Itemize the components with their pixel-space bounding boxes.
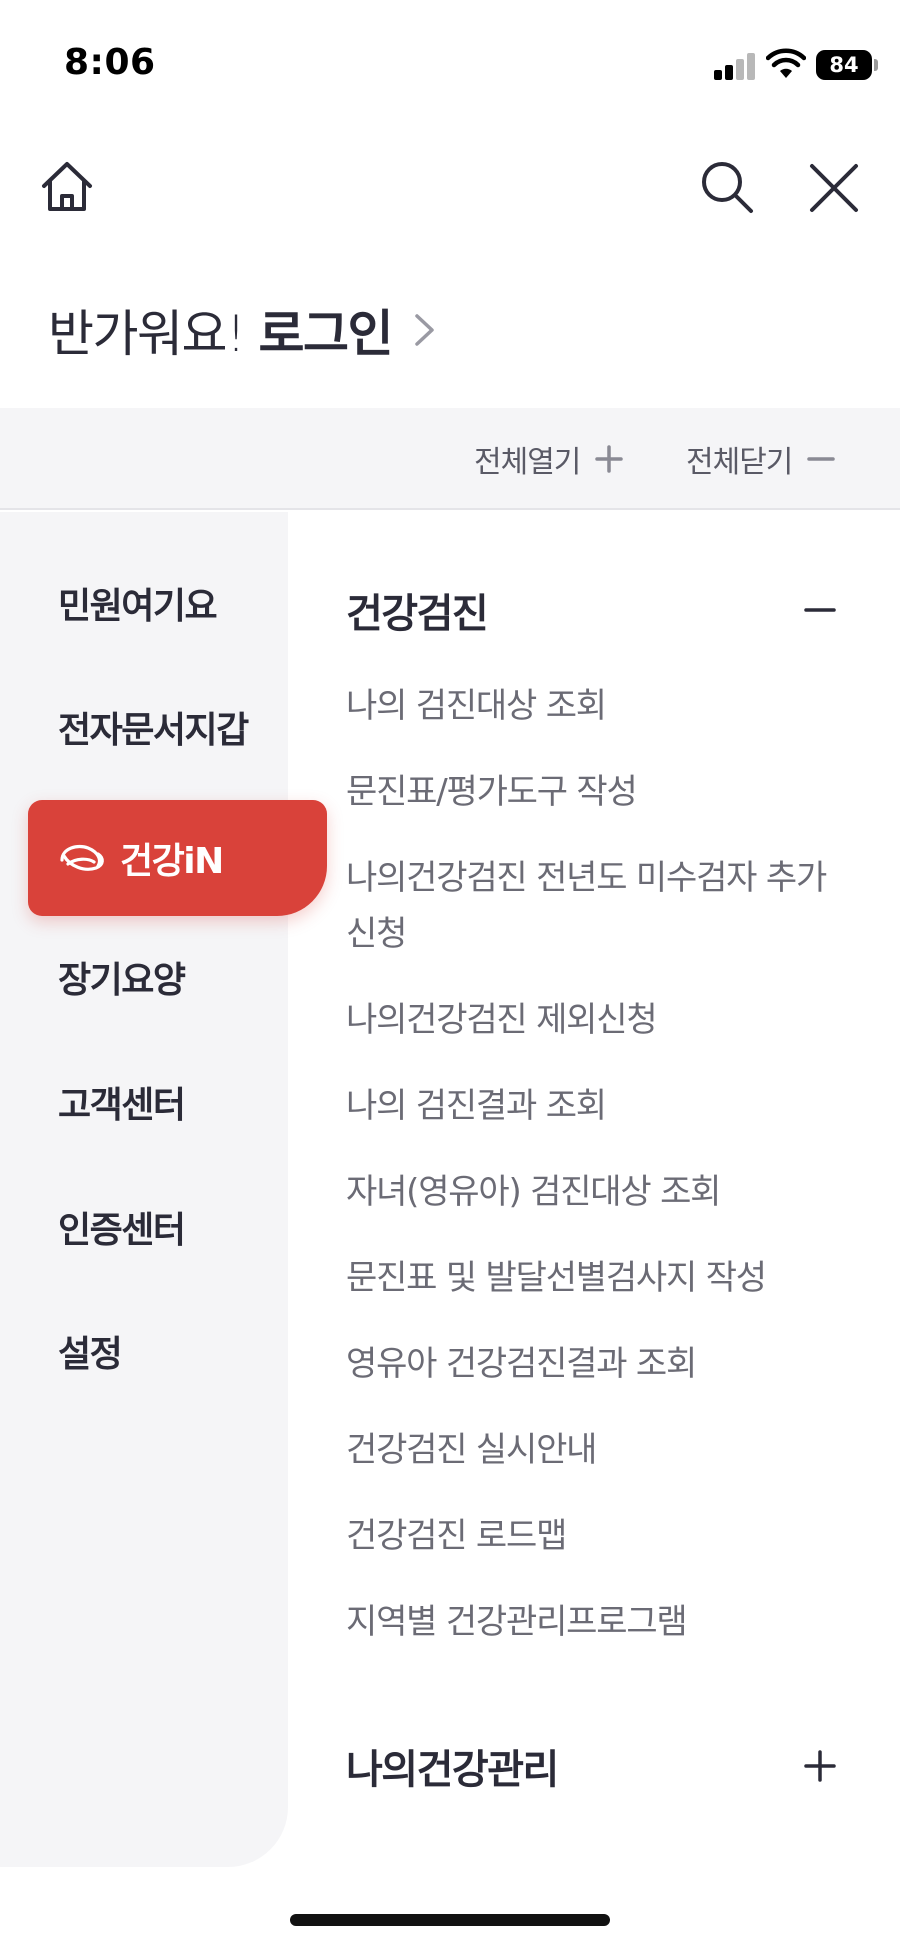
sidebar-item-e-document-wallet[interactable]: 전자문서지갑: [58, 706, 249, 756]
section-header-my-health-management[interactable]: 나의건강관리: [346, 1736, 836, 1796]
menu-item[interactable]: 나의 검진결과 조회: [346, 1078, 846, 1134]
greeting-text: 반가워요!: [48, 305, 246, 363]
minus-icon[interactable]: [804, 594, 836, 626]
section-title: 건강검진: [346, 591, 489, 637]
menu-item[interactable]: 지역별 건강관리프로그램: [346, 1594, 846, 1650]
battery-icon: 84: [816, 50, 872, 80]
section-title: 나의건강관리: [346, 1747, 559, 1793]
health-logo-icon: [60, 844, 104, 871]
menu-item[interactable]: 문진표 및 발달선별검사지 작성: [346, 1250, 846, 1306]
sidebar-item-long-term-care[interactable]: 장기요양: [58, 956, 186, 1006]
battery-tip: [874, 59, 878, 71]
home-icon[interactable]: [38, 158, 96, 216]
search-icon[interactable]: [698, 158, 756, 216]
login-link[interactable]: 로그인: [259, 294, 394, 366]
menu-item[interactable]: 영유아 건강검진결과 조회: [346, 1336, 846, 1392]
section-header-health-checkup[interactable]: 건강검진: [346, 580, 836, 640]
status-bar: 8:06 84: [0, 0, 900, 130]
wifi-icon: [766, 48, 806, 78]
sidebar-item-certification-center[interactable]: 인증센터: [58, 1206, 186, 1256]
collapse-all-button[interactable]: 전체닫기: [686, 408, 836, 510]
cellular-signal-icon: [714, 52, 756, 80]
greeting: 반가워요! 로그인: [48, 295, 438, 365]
close-icon[interactable]: [806, 160, 862, 216]
menu-item[interactable]: 나의건강검진 전년도 미수검자 추가신청: [346, 850, 846, 962]
minus-icon: [807, 457, 836, 461]
menu-item[interactable]: 나의 검진대상 조회: [346, 678, 846, 734]
menu-item[interactable]: 문진표/평가도구 작성: [346, 764, 846, 820]
plus-icon[interactable]: [804, 1750, 836, 1782]
menu-item[interactable]: 자녀(영유아) 검진대상 조회: [346, 1164, 846, 1220]
home-indicator: [290, 1914, 610, 1926]
expand-all-label: 전체열기: [474, 445, 581, 480]
sidebar-item-customer-center[interactable]: 고객센터: [58, 1081, 186, 1131]
status-time: 8:06: [64, 42, 156, 83]
sidebar-item-civil-service[interactable]: 민원여기요: [58, 582, 218, 632]
sidebar-item-health-in[interactable]: 건강iN: [28, 800, 327, 916]
expand-all-button[interactable]: 전체열기: [474, 408, 624, 510]
health-checkup-menu-list: 나의 검진대상 조회 문진표/평가도구 작성 나의건강검진 전년도 미수검자 추…: [346, 678, 846, 1680]
plus-icon: [595, 445, 624, 473]
chevron-right-icon[interactable]: [412, 310, 438, 350]
menu-item[interactable]: 나의건강검진 제외신청: [346, 992, 846, 1048]
expand-collapse-bar: 전체열기 전체닫기: [0, 408, 900, 510]
sidebar-item-health-in-label: 건강iN: [120, 841, 224, 882]
menu-item[interactable]: 건강검진 실시안내: [346, 1422, 846, 1478]
menu-item[interactable]: 건강검진 로드맵: [346, 1508, 846, 1564]
sidebar-item-settings[interactable]: 설정: [58, 1330, 123, 1380]
collapse-all-label: 전체닫기: [686, 445, 793, 480]
